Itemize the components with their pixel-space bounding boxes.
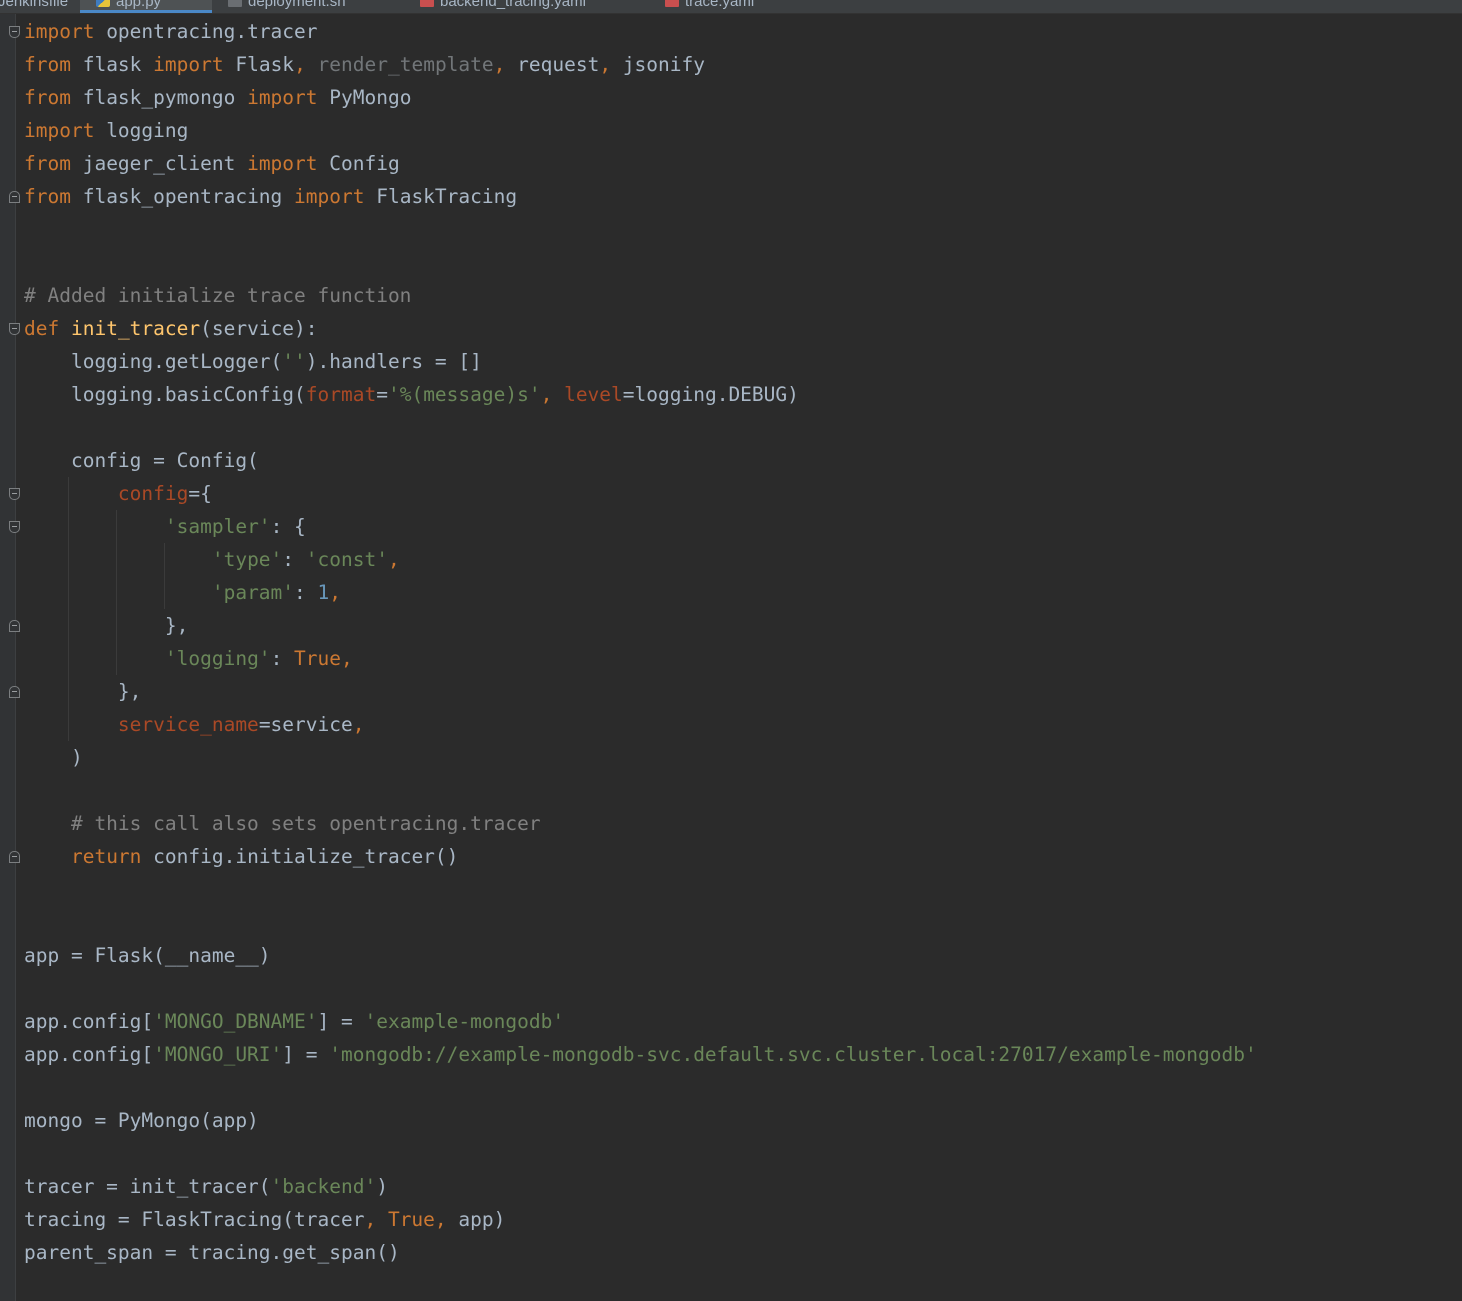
code-line: }, bbox=[24, 680, 142, 703]
editor-tab-bar: Jenkinsfile app.py deployment.sh backend… bbox=[0, 0, 1462, 14]
python-file-icon bbox=[96, 0, 110, 7]
code-editor[interactable]: import opentracing.tracer from flask imp… bbox=[24, 15, 1462, 1269]
code-line: app.config['MONGO_URI'] = 'mongodb://exa… bbox=[24, 1043, 1257, 1066]
fold-toggle-icon[interactable] bbox=[9, 26, 20, 38]
code-line: logging.basicConfig(format='%(message)s'… bbox=[24, 383, 799, 406]
shell-file-icon bbox=[228, 0, 242, 7]
code-line: parent_span = tracing.get_span() bbox=[24, 1241, 400, 1264]
yaml-file-icon bbox=[420, 0, 434, 7]
code-line: from flask_pymongo import PyMongo bbox=[24, 86, 412, 109]
fold-toggle-icon[interactable] bbox=[9, 488, 20, 500]
code-line: ) bbox=[24, 746, 83, 769]
fold-toggle-icon[interactable] bbox=[9, 686, 20, 698]
code-line: app = Flask(__name__) bbox=[24, 944, 271, 967]
tab-label: app.py bbox=[116, 0, 162, 10]
fold-toggle-icon[interactable] bbox=[9, 620, 20, 632]
code-line: }, bbox=[24, 614, 189, 637]
code-line: service_name=service, bbox=[117, 713, 365, 736]
code-line: app.config['MONGO_DBNAME'] = 'example-mo… bbox=[24, 1010, 565, 1033]
code-line: config={ bbox=[117, 482, 212, 505]
code-line: 'type': 'const', bbox=[211, 548, 400, 571]
code-line: # Added initialize trace function bbox=[24, 284, 412, 307]
tab-label: backend_tracing.yaml bbox=[440, 0, 586, 10]
code-line: tracer = init_tracer('backend') bbox=[24, 1175, 388, 1198]
code-line: # this call also sets opentracing.tracer bbox=[24, 812, 541, 835]
fold-toggle-icon[interactable] bbox=[9, 323, 20, 335]
code-line: tracing = FlaskTracing(tracer, True, app… bbox=[24, 1208, 506, 1231]
tab-label: Jenkinsfile bbox=[0, 0, 69, 10]
code-line: mongo = PyMongo(app) bbox=[24, 1109, 259, 1132]
code-line: return config.initialize_tracer() bbox=[70, 845, 459, 868]
fold-toggle-icon[interactable] bbox=[9, 191, 20, 203]
yaml-file-icon bbox=[665, 0, 679, 7]
tab-label: deployment.sh bbox=[248, 0, 346, 10]
tab-label: trace.yaml bbox=[685, 0, 755, 10]
active-tab-indicator bbox=[80, 10, 212, 13]
tab-deployment-sh[interactable]: deployment.sh bbox=[228, 0, 398, 13]
code-line: def init_tracer(service): bbox=[24, 317, 318, 340]
tab-app-py[interactable]: app.py bbox=[80, 0, 212, 13]
code-line: 'param': 1, bbox=[211, 581, 342, 604]
code-line: 'logging': True, bbox=[164, 647, 353, 670]
tab-backend-tracing-yaml[interactable]: backend_tracing.yaml bbox=[420, 0, 648, 13]
editor-gutter bbox=[0, 14, 16, 1301]
code-line: from flask import Flask, render_template… bbox=[24, 53, 705, 76]
code-line: from jaeger_client import Config bbox=[24, 152, 400, 175]
fold-toggle-icon[interactable] bbox=[9, 851, 20, 863]
code-line: config = Config( bbox=[24, 449, 259, 472]
code-line: 'sampler': { bbox=[164, 515, 306, 538]
tab-trace-yaml[interactable]: trace.yaml bbox=[665, 0, 795, 13]
code-line: import logging bbox=[24, 119, 189, 142]
tab-jenkinsfile[interactable]: Jenkinsfile bbox=[0, 0, 68, 13]
code-line: import opentracing.tracer bbox=[24, 20, 318, 43]
code-line: logging.getLogger('').handlers = [] bbox=[24, 350, 482, 373]
fold-toggle-icon[interactable] bbox=[9, 521, 20, 533]
code-line: from flask_opentracing import FlaskTraci… bbox=[24, 185, 518, 208]
